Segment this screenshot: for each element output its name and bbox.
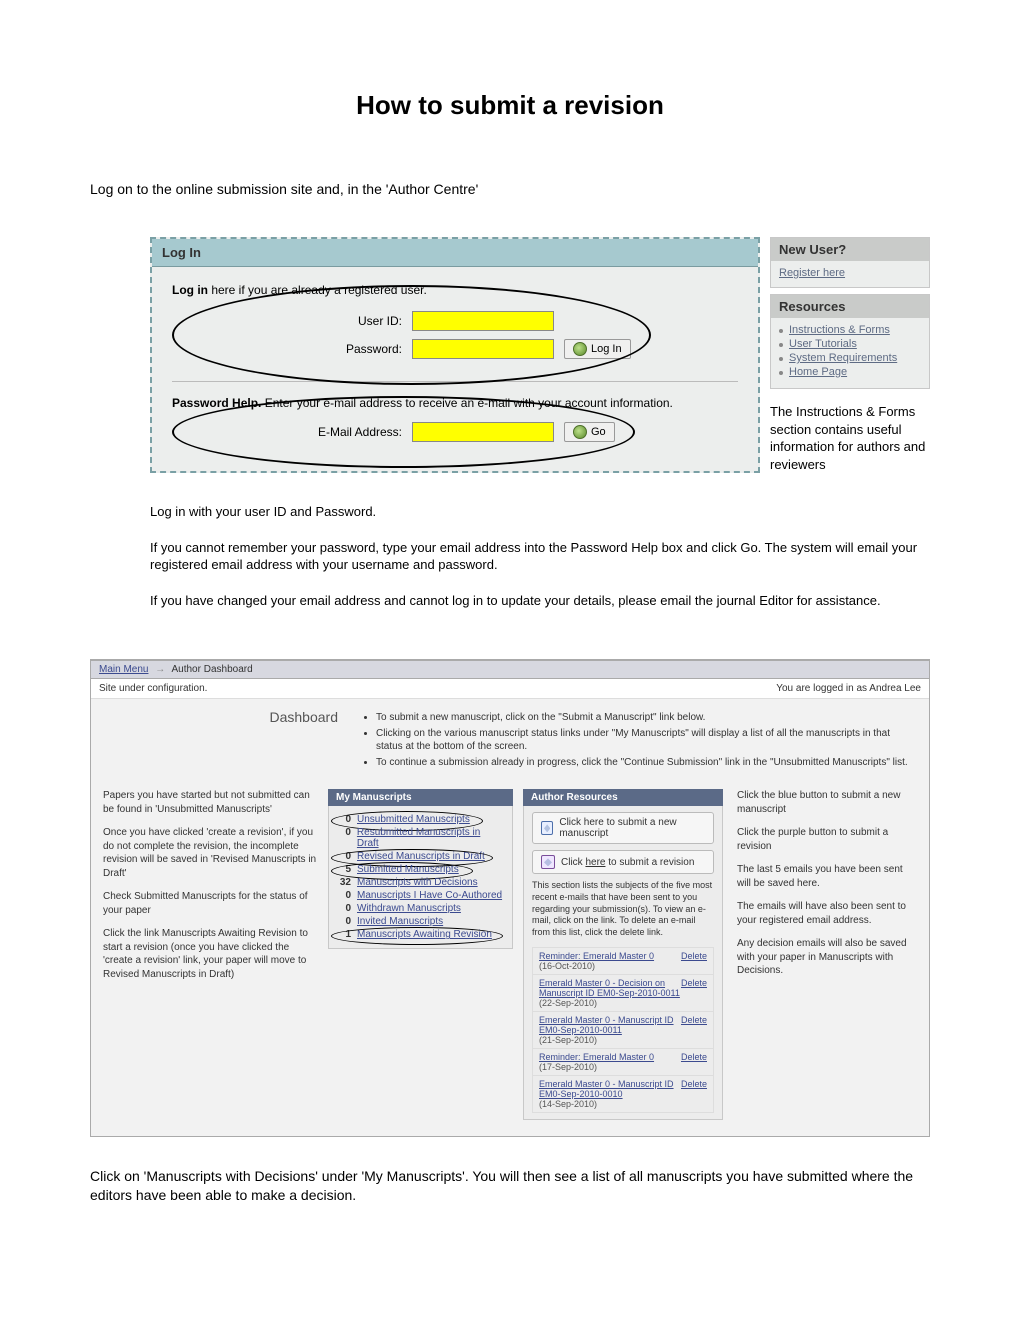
delete-link[interactable]: Delete [681,1079,707,1089]
breadcrumb: Main Menu → Author Dashboard [91,660,929,679]
delete-link[interactable]: Delete [681,1015,707,1025]
password-help-text: Password Help. Enter your e-mail address… [172,396,738,410]
register-link[interactable]: Register here [779,267,845,279]
delete-link[interactable]: Delete [681,1052,707,1062]
resource-link[interactable]: User Tutorials [789,338,857,350]
login-button[interactable]: Log In [564,339,631,359]
user-id-input[interactable] [412,311,554,331]
ms-link[interactable]: Manuscripts Awaiting Revision [357,929,492,940]
body-p1: Log in with your user ID and Password. [150,503,930,521]
author-resources-header: Author Resources [523,789,723,806]
body-p2: If you cannot remember your password, ty… [150,539,930,574]
email-link[interactable]: Emerald Master 0 - Manuscript ID EM0-Sep… [539,1079,681,1099]
star-icon [541,855,555,869]
final-instruction: Click on 'Manuscripts with Decisions' un… [90,1167,930,1206]
ms-link[interactable]: Withdrawn Manuscripts [357,903,461,914]
login-header: Log In [152,239,758,267]
password-label: Password: [202,342,402,356]
email-link[interactable]: Reminder: Emerald Master 0 [539,951,654,961]
chevron-right-icon: → [155,664,165,675]
my-manuscripts-list: 0Unsubmitted Manuscripts 0Resubmitted Ma… [328,806,513,949]
login-screenshot: Log In Log in here if you are already a … [150,237,930,473]
page-title: How to submit a revision [0,90,1020,121]
login-panel: Log In Log in here if you are already a … [150,237,760,473]
divider [172,381,738,382]
right-annotations: Click the blue button to submit a new ma… [723,789,917,1119]
email-link[interactable]: Emerald Master 0 - Decision on Manuscrip… [539,978,681,998]
resource-link[interactable]: System Requirements [789,352,897,364]
emails-note: This section lists the subjects of the f… [532,880,714,938]
email-link[interactable]: Reminder: Emerald Master 0 [539,1052,654,1062]
ms-link[interactable]: Manuscripts with Decisions [357,877,478,888]
new-user-box: New User? Register here [770,237,930,288]
ms-link[interactable]: Submitted Manuscripts [357,864,459,875]
resources-note: The Instructions & Forms section contain… [770,403,930,473]
user-id-label: User ID: [202,314,402,328]
login-instruction: Log in here if you are already a registe… [172,283,738,297]
go-button[interactable]: Go [564,422,615,442]
ms-link[interactable]: Invited Manuscripts [357,916,443,927]
check-icon [573,342,587,356]
ms-link[interactable]: Manuscripts I Have Co-Authored [357,890,502,901]
delete-link[interactable]: Delete [681,978,707,988]
logged-in-as: You are logged in as Andrea Lee [776,683,921,694]
submit-new-button[interactable]: Click here to submit a new manuscript [532,812,714,844]
email-link[interactable]: Emerald Master 0 - Manuscript ID EM0-Sep… [539,1015,681,1035]
new-user-header: New User? [771,238,929,261]
delete-link[interactable]: Delete [681,951,707,961]
intro-text: Log on to the online submission site and… [90,181,1020,197]
emails-list: Reminder: Emerald Master 0(16-Oct-2010)D… [532,947,714,1113]
my-manuscripts-header: My Manuscripts [328,789,513,806]
breadcrumb-main-menu[interactable]: Main Menu [99,664,148,675]
password-input[interactable] [412,339,554,359]
check-icon [573,425,587,439]
config-notice: Site under configuration. [99,683,207,694]
breadcrumb-current: Author Dashboard [171,664,252,675]
body-p3: If you have changed your email address a… [150,592,930,610]
email-label: E-Mail Address: [202,425,402,439]
resource-link[interactable]: Home Page [789,366,847,378]
ms-link[interactable]: Revised Manuscripts in Draft [357,851,485,862]
email-input[interactable] [412,422,554,442]
dashboard-screenshot: Main Menu → Author Dashboard Site under … [90,659,930,1136]
resources-box: Resources Instructions & Forms User Tuto… [770,294,930,389]
resources-list: Instructions & Forms User Tutorials Syst… [771,318,929,388]
dashboard-instructions: To submit a new manuscript, click on the… [358,709,917,771]
dashboard-heading: Dashboard [103,709,358,771]
left-annotations: Papers you have started but not submitte… [103,789,328,1119]
page-icon [541,821,553,835]
ms-link[interactable]: Unsubmitted Manuscripts [357,814,470,825]
resource-link[interactable]: Instructions & Forms [789,324,890,336]
ms-link[interactable]: Resubmitted Manuscripts in Draft [357,827,504,849]
resources-header: Resources [771,295,929,318]
submit-revision-button[interactable]: Click here to submit a revision [532,850,714,874]
